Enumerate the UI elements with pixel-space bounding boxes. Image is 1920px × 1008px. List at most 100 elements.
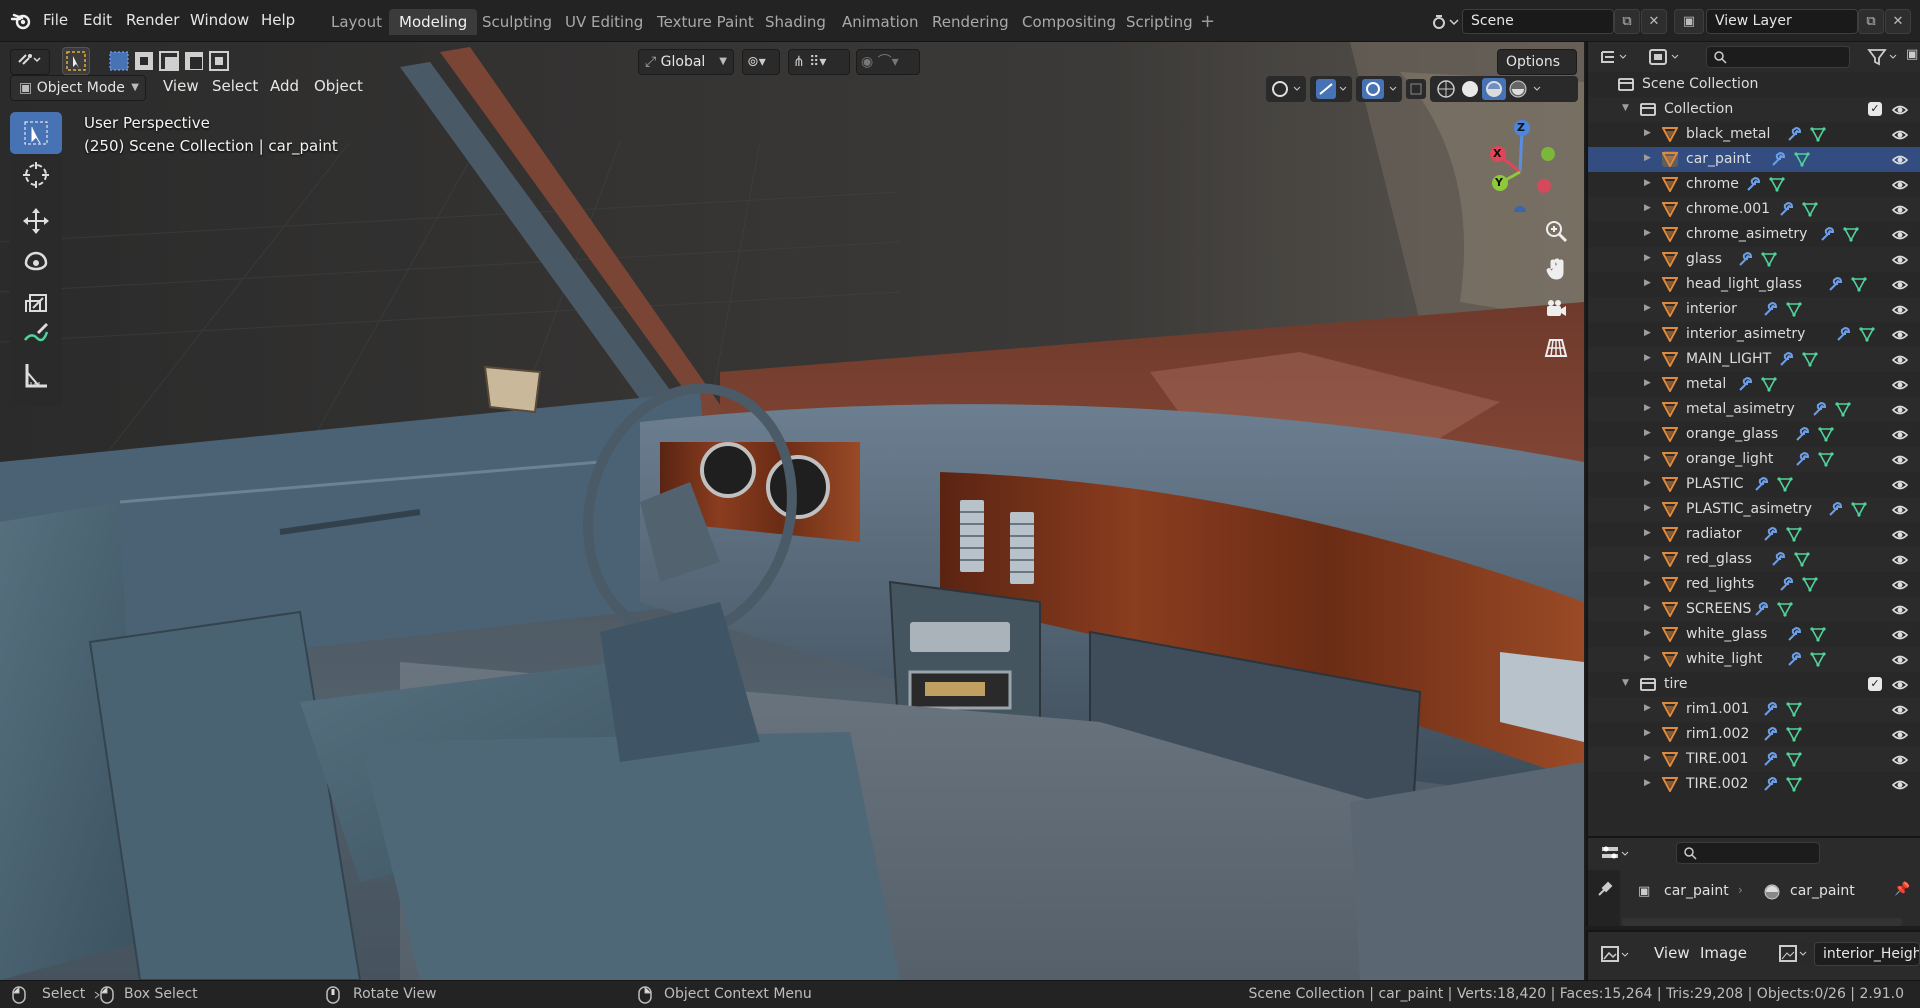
mesh-data-icon[interactable] — [1802, 351, 1818, 367]
outliner-editor-type-icon[interactable] — [1598, 46, 1634, 68]
modifier-wrench-icon[interactable] — [1737, 376, 1753, 392]
mesh-data-icon[interactable] — [1810, 126, 1826, 142]
properties-scroll-area[interactable] — [1622, 918, 1902, 926]
tab-layout[interactable]: Layout — [321, 9, 392, 35]
modifier-wrench-icon[interactable] — [1827, 501, 1843, 517]
menu-edit[interactable]: Edit — [83, 11, 112, 29]
viewport-menu-object[interactable]: Object — [314, 77, 363, 95]
visibility-eye-icon[interactable] — [1891, 127, 1909, 141]
outliner-object-row[interactable]: ▶ rim1.002 — [1588, 722, 1920, 747]
tweak-mode-icon[interactable] — [62, 47, 90, 75]
expand-arrow-icon[interactable]: ▶ — [1644, 653, 1651, 663]
expand-arrow-icon[interactable]: ▶ — [1644, 353, 1651, 363]
new-collection-icon[interactable]: ▣ — [1906, 47, 1920, 67]
pan-hand-icon[interactable] — [1539, 252, 1573, 286]
expand-arrow-icon[interactable]: ▶ — [1644, 378, 1651, 388]
outliner-object-row[interactable]: ▶ chrome.001 — [1588, 197, 1920, 222]
tab-animation[interactable]: Animation — [832, 9, 928, 35]
modifier-wrench-icon[interactable] — [1827, 276, 1843, 292]
modifier-wrench-icon[interactable] — [1835, 326, 1851, 342]
annotate-icon[interactable] — [10, 312, 62, 354]
options-dropdown[interactable]: Options ▼ — [1497, 49, 1577, 93]
outliner-object-row[interactable]: ▶ black_metal — [1588, 122, 1920, 147]
tab-sculpting[interactable]: Sculpting — [472, 9, 562, 35]
modifier-wrench-icon[interactable] — [1745, 176, 1761, 192]
editor-type-icon[interactable] — [10, 49, 50, 75]
modifier-wrench-icon[interactable] — [1786, 126, 1802, 142]
outliner-object-row[interactable]: ▶ red_glass — [1588, 547, 1920, 572]
visibility-eye-icon[interactable] — [1891, 327, 1909, 341]
mesh-data-icon[interactable] — [1843, 226, 1859, 242]
expand-arrow-icon[interactable]: ▶ — [1644, 628, 1651, 638]
visibility-eye-icon[interactable] — [1891, 602, 1909, 616]
expand-arrow-icon[interactable]: ▶ — [1644, 778, 1651, 788]
viewport-shading-controls[interactable] — [1266, 76, 1578, 102]
properties-editor-type-icon[interactable] — [1600, 844, 1636, 864]
visibility-eye-icon[interactable] — [1891, 102, 1909, 116]
tab-shading[interactable]: Shading — [755, 9, 836, 35]
outliner-object-row[interactable]: ▶ SCREENS — [1588, 597, 1920, 622]
select-box-icon[interactable] — [10, 112, 62, 154]
viewport-menu-select[interactable]: Select — [212, 77, 258, 95]
move-icon[interactable] — [10, 200, 62, 242]
tool-settings-icon[interactable] — [1596, 880, 1614, 898]
expand-open-icon[interactable]: ▼ — [1622, 103, 1629, 113]
mesh-data-icon[interactable] — [1802, 576, 1818, 592]
image-menu-image[interactable]: Image — [1700, 944, 1747, 962]
modifier-wrench-icon[interactable] — [1819, 226, 1835, 242]
expand-arrow-icon[interactable]: ▶ — [1644, 303, 1651, 313]
pin-icon[interactable]: 📌 — [1894, 882, 1910, 900]
outliner-object-row[interactable]: ▶ glass — [1588, 247, 1920, 272]
outliner-object-row[interactable]: ▶ PLASTIC_asimetry — [1588, 497, 1920, 522]
perspective-toggle-icon[interactable] — [1539, 331, 1573, 365]
properties-search-input[interactable] — [1676, 842, 1820, 864]
modifier-wrench-icon[interactable] — [1811, 401, 1827, 417]
tab-texture-paint[interactable]: Texture Paint — [647, 9, 764, 35]
outliner-object-row[interactable]: ▶ TIRE.002 — [1588, 772, 1920, 797]
modifier-wrench-icon[interactable] — [1770, 551, 1786, 567]
modifier-wrench-icon[interactable] — [1737, 251, 1753, 267]
modifier-wrench-icon[interactable] — [1778, 351, 1794, 367]
outliner-object-row[interactable]: ▶ metal — [1588, 372, 1920, 397]
image-name-field[interactable]: interior_Height.p — [1814, 942, 1920, 966]
expand-arrow-icon[interactable]: ▶ — [1644, 128, 1651, 138]
tab-compositing[interactable]: Compositing — [1012, 9, 1126, 35]
mesh-data-icon[interactable] — [1777, 601, 1793, 617]
mesh-data-icon[interactable] — [1769, 176, 1785, 192]
mesh-data-icon[interactable] — [1851, 501, 1867, 517]
expand-arrow-icon[interactable]: ▶ — [1644, 478, 1651, 488]
image-menu-view[interactable]: View — [1654, 944, 1690, 962]
visibility-eye-icon[interactable] — [1891, 152, 1909, 166]
visibility-eye-icon[interactable] — [1891, 752, 1909, 766]
cursor-icon[interactable] — [10, 154, 62, 196]
snap-toggle-icon[interactable]: ⋔ ⠿▾ — [788, 49, 850, 75]
delete-scene-button[interactable]: ✕ — [1641, 9, 1667, 34]
visibility-eye-icon[interactable] — [1891, 727, 1909, 741]
outliner-object-row[interactable]: ▶ PLASTIC — [1588, 472, 1920, 497]
mode-dropdown[interactable]: ▣ Object Mode ▼ — [10, 75, 146, 101]
outliner-object-row[interactable]: ▶ MAIN_LIGHT — [1588, 347, 1920, 372]
scene-selector-icon[interactable] — [1430, 11, 1460, 33]
expand-arrow-icon[interactable]: ▶ — [1644, 578, 1651, 588]
mesh-data-icon[interactable] — [1785, 751, 1802, 767]
outliner-object-row[interactable]: ▶ white_glass — [1588, 622, 1920, 647]
expand-arrow-icon[interactable]: ▶ — [1644, 203, 1651, 213]
new-view-layer-button[interactable]: ⧉ — [1858, 9, 1884, 34]
expand-arrow-icon[interactable]: ▶ — [1644, 753, 1651, 763]
outliner-object-row[interactable]: ▶ chrome_asimetry — [1588, 222, 1920, 247]
expand-arrow-icon[interactable]: ▶ — [1644, 153, 1651, 163]
outliner-object-row[interactable]: ▶ head_light_glass — [1588, 272, 1920, 297]
exclude-checkbox[interactable]: ✓ — [1868, 102, 1882, 116]
visibility-eye-icon[interactable] — [1891, 252, 1909, 266]
mesh-data-icon[interactable] — [1818, 451, 1834, 467]
visibility-eye-icon[interactable] — [1891, 777, 1909, 791]
visibility-eye-icon[interactable] — [1891, 677, 1909, 691]
display-mode-icon[interactable] — [1646, 46, 1686, 68]
visibility-eye-icon[interactable] — [1891, 477, 1909, 491]
mesh-data-icon[interactable] — [1810, 651, 1826, 667]
visibility-eye-icon[interactable] — [1891, 227, 1909, 241]
mesh-data-icon[interactable] — [1818, 426, 1834, 442]
delete-view-layer-button[interactable]: ✕ — [1885, 9, 1911, 34]
outliner-object-row[interactable]: ▶ orange_glass — [1588, 422, 1920, 447]
expand-arrow-icon[interactable]: ▶ — [1644, 703, 1651, 713]
